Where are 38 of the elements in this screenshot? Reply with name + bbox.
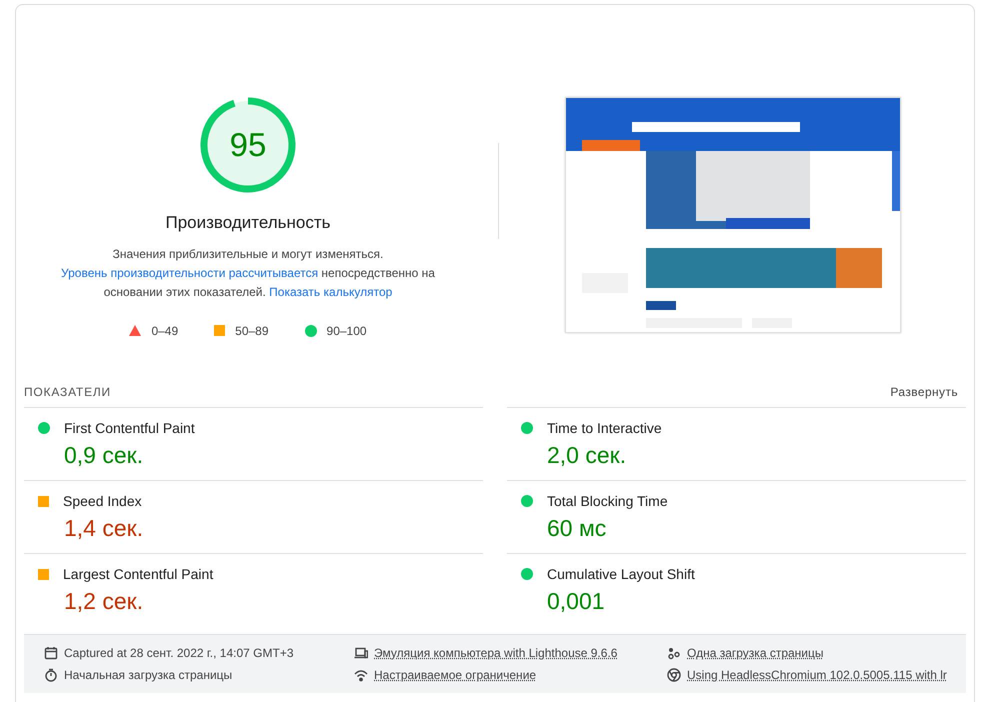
run-info-link[interactable]: Эмуляция компьютера with Lighthouse 9.6.6 [374,646,618,660]
metric-name: Largest Contentful Paint [63,566,214,582]
dots-icon [667,646,681,660]
metric-name: Total Blocking Time [547,493,668,509]
metric-name: Speed Index [63,493,142,509]
metric-value: 0,001 [547,588,606,615]
metric-value: 1,2 сек. [64,588,144,615]
description-link[interactable]: Показать калькулятор [269,284,392,298]
run-info-text: Captured at 28 сент. 2022 г., 14:07 GMT+3 [64,646,294,660]
description-link[interactable]: производительности рассчитывается [110,266,318,280]
metric-name: First Contentful Paint [64,420,195,436]
metric-name: Cumulative Layout Shift [547,566,695,582]
stopwatch-icon [44,668,58,682]
category-title: Производительность [165,212,330,232]
calendar-icon [44,646,58,660]
square-icon [214,325,226,336]
metric-value: 60 мс [547,515,608,542]
legend-label: 0–49 [151,324,178,338]
metric-name: Time to Interactive [547,420,662,436]
run-info-text: Начальная загрузка страницы [64,668,232,682]
laptop-icon [354,646,368,660]
metric-value: 0,9 сек. [64,442,144,469]
triangle-icon [129,325,142,336]
score-value: 95 [228,124,268,164]
run-info-link[interactable]: Настраиваемое ограничение [374,668,536,682]
description-text: Значения приблизительные и могут изменяться. Уровень производительности рассчитывается непосредственно на основании этих показателей. Показать калькулятор [60,246,436,300]
circle-icon [304,324,317,336]
chrome-icon [667,668,681,682]
metric-value: 1,4 сек. [64,515,144,542]
legend-label: 90–100 [326,324,367,338]
run-info-link[interactable]: Одна загрузка страницы [687,646,824,660]
metric-value: 2,0 сек. [547,442,628,469]
metrics-heading: ПОКАЗАТЕЛИ [24,385,111,399]
legend-label: 50–89 [235,324,269,338]
description-link[interactable]: Уровень [61,266,111,280]
wifi-icon [354,668,368,682]
expand-button[interactable]: Развернуть [890,385,966,399]
run-info-link[interactable]: Using HeadlessChromium 102.0.5005.115 with lr [687,668,947,682]
